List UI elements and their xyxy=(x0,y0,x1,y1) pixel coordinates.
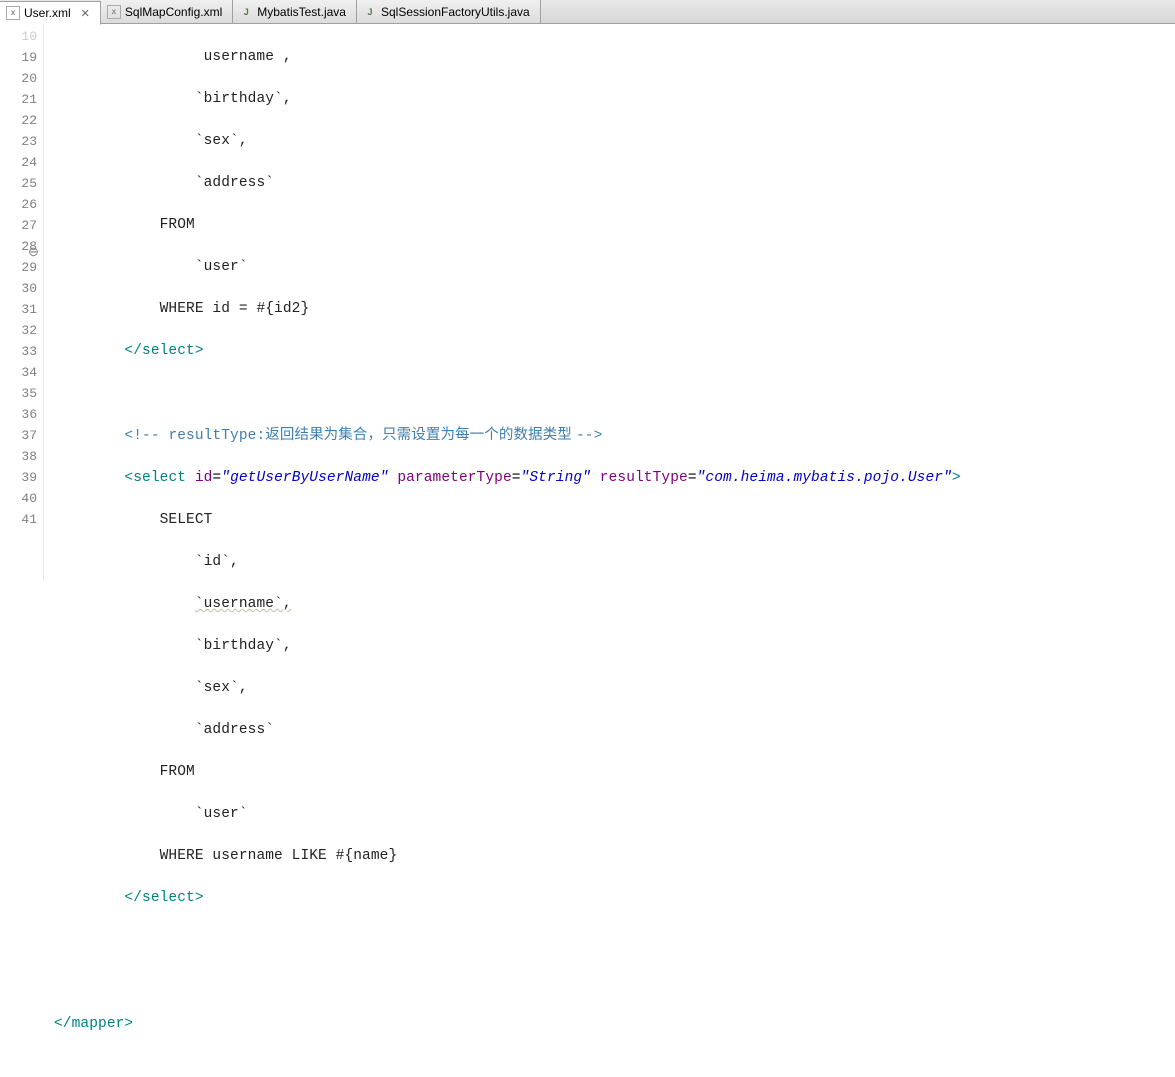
code-line: </select> xyxy=(54,888,961,909)
java-file-icon: J xyxy=(239,5,253,19)
xml-file-icon: x xyxy=(107,5,121,19)
line-number: 41 xyxy=(0,509,37,530)
line-number-gutter: 10 19 20 21 22 23 24 25 26 27 28⊖ 29 30 … xyxy=(0,24,44,580)
code-line: WHERE id = #{id2} xyxy=(54,299,961,320)
tab-mybatistest-java[interactable]: J MybatisTest.java xyxy=(233,0,357,23)
line-number: 35 xyxy=(0,383,37,404)
code-line: SELECT xyxy=(54,510,961,531)
code-line: `user` xyxy=(54,804,961,825)
tab-sqlmapconfig-xml[interactable]: x SqlMapConfig.xml xyxy=(101,0,233,23)
code-line xyxy=(54,930,961,951)
code-line: <select id="getUserByUserName" parameter… xyxy=(54,468,961,489)
code-line: </select> xyxy=(54,341,961,362)
code-line: </mapper> xyxy=(54,1014,961,1035)
line-number: 25 xyxy=(0,173,37,194)
code-line: <!-- resultType:返回结果为集合，只需设置为每一个的数据类型 --… xyxy=(54,425,961,447)
editor-tab-bar: x User.xml ✕ x SqlMapConfig.xml J Mybati… xyxy=(0,0,1175,24)
line-number: 37 xyxy=(0,425,37,446)
code-line: `birthday`, xyxy=(54,89,961,110)
tab-user-xml[interactable]: x User.xml ✕ xyxy=(0,1,101,25)
tab-label: SqlMapConfig.xml xyxy=(125,5,222,19)
code-line: `sex`, xyxy=(54,131,961,152)
fold-minus-icon[interactable]: ⊖ xyxy=(28,242,39,263)
tab-sqlsessionfactoryutils-java[interactable]: J SqlSessionFactoryUtils.java xyxy=(357,0,541,23)
code-line xyxy=(54,383,961,404)
code-line: `username`, xyxy=(54,594,961,615)
code-line: `address` xyxy=(54,720,961,741)
line-number: 40 xyxy=(0,488,37,509)
line-number: 21 xyxy=(0,89,37,110)
line-number: 33 xyxy=(0,341,37,362)
code-line: WHERE username LIKE #{name} xyxy=(54,846,961,867)
code-line: FROM xyxy=(54,215,961,236)
xml-file-icon: x xyxy=(6,6,20,20)
close-icon[interactable]: ✕ xyxy=(81,7,90,20)
line-number: 10 xyxy=(0,26,37,47)
tab-label: User.xml xyxy=(24,6,71,20)
line-number: 26 xyxy=(0,194,37,215)
line-number: 22 xyxy=(0,110,37,131)
code-content[interactable]: username , `birthday`, `sex`, `address` … xyxy=(44,24,961,580)
line-number: 31 xyxy=(0,299,37,320)
line-number: 39 xyxy=(0,467,37,488)
line-number: 38 xyxy=(0,446,37,467)
code-line: FROM xyxy=(54,762,961,783)
line-number: 20 xyxy=(0,68,37,89)
code-line: `address` xyxy=(54,173,961,194)
line-number: 23 xyxy=(0,131,37,152)
code-line: `sex`, xyxy=(54,678,961,699)
code-line: username , xyxy=(54,47,961,68)
line-number: 24 xyxy=(0,152,37,173)
code-line xyxy=(54,972,961,993)
line-number: 28⊖ xyxy=(0,236,37,257)
code-line: `id`, xyxy=(54,552,961,573)
code-editor[interactable]: 10 19 20 21 22 23 24 25 26 27 28⊖ 29 30 … xyxy=(0,24,1175,580)
code-line: `birthday`, xyxy=(54,636,961,657)
line-number: 32 xyxy=(0,320,37,341)
line-number: 36 xyxy=(0,404,37,425)
line-number: 27 xyxy=(0,215,37,236)
line-number: 30 xyxy=(0,278,37,299)
line-number: 19 xyxy=(0,47,37,68)
java-file-icon: J xyxy=(363,5,377,19)
code-line: `user` xyxy=(54,257,961,278)
tab-label: SqlSessionFactoryUtils.java xyxy=(381,5,530,19)
tab-label: MybatisTest.java xyxy=(257,5,346,19)
line-number: 34 xyxy=(0,362,37,383)
